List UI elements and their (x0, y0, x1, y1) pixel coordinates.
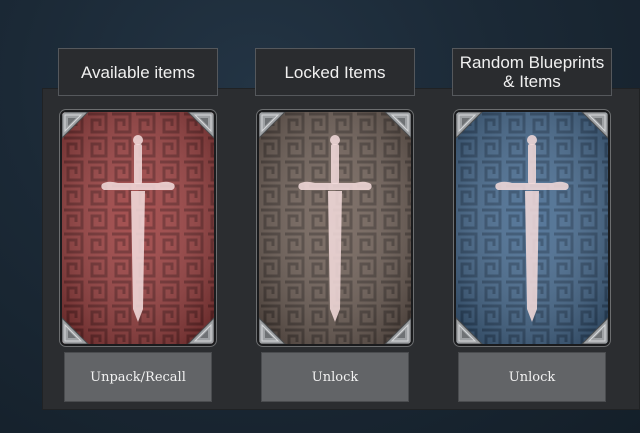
sword-icon (101, 135, 175, 322)
metal-corner-icon (62, 316, 90, 344)
item-card-available[interactable] (62, 112, 214, 344)
unpack-recall-button[interactable]: Unpack/Recall (64, 352, 212, 402)
metal-corner-icon (383, 112, 411, 140)
metal-corner-icon (580, 112, 608, 140)
column-header: Locked Items (255, 48, 415, 96)
metal-corner-icon (580, 316, 608, 344)
metal-corner-icon (456, 112, 484, 140)
unlock-button[interactable]: Unlock (261, 352, 409, 402)
column-header: Random Blueprints & Items (452, 48, 612, 96)
metal-corner-icon (186, 316, 214, 344)
column-random-blueprints: Random Blueprints & Items Unlock (452, 0, 612, 433)
metal-corner-icon (62, 112, 90, 140)
metal-corner-icon (259, 112, 287, 140)
metal-corner-icon (259, 316, 287, 344)
sword-icon (298, 135, 372, 322)
column-locked-items: Locked Items Unlock (255, 0, 415, 433)
column-available-items: Available items Unpack/Recall (58, 0, 218, 433)
item-card-random[interactable] (456, 112, 608, 344)
metal-corner-icon (186, 112, 214, 140)
column-header: Available items (58, 48, 218, 96)
metal-corner-icon (456, 316, 484, 344)
item-card-locked[interactable] (259, 112, 411, 344)
metal-corner-icon (383, 316, 411, 344)
unlock-button[interactable]: Unlock (458, 352, 606, 402)
sword-icon (495, 135, 569, 322)
